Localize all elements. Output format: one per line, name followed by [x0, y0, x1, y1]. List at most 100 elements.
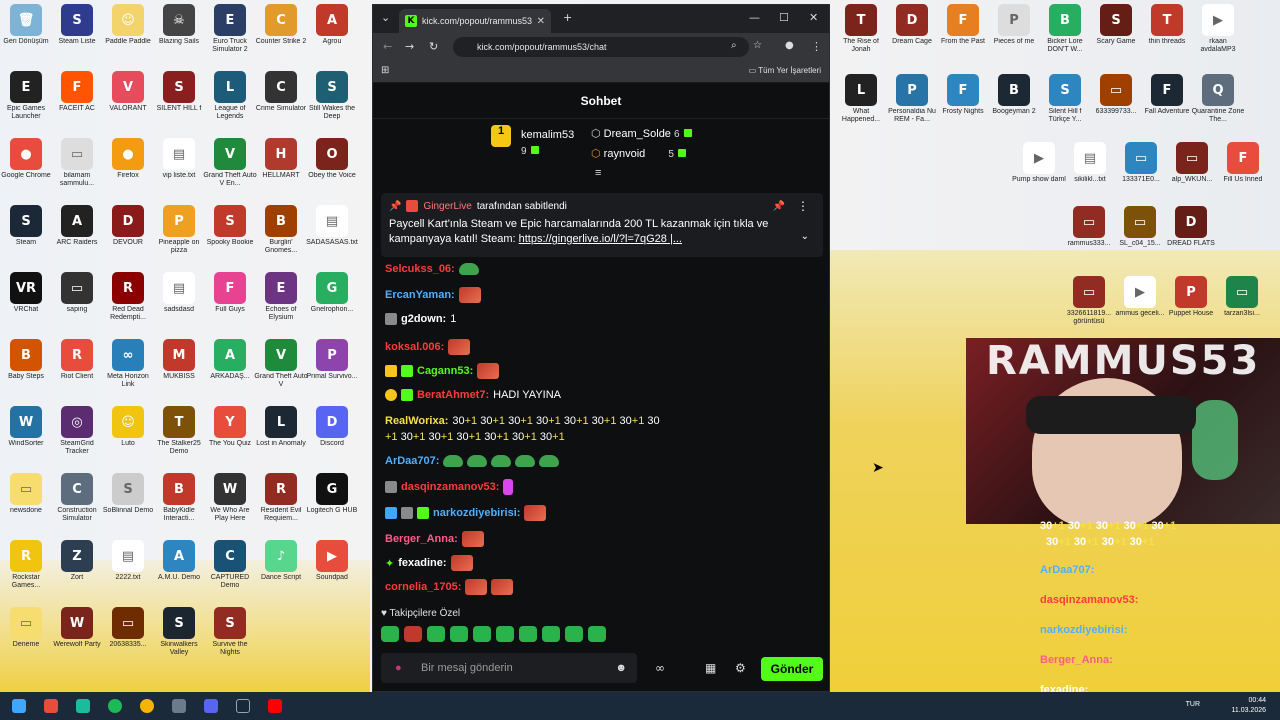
desktop-icon[interactable]: F FACEIT AC [52, 71, 102, 135]
forward-icon[interactable]: → [405, 40, 414, 53]
desktop-icon[interactable]: ▤ vip liste.txt [154, 138, 204, 202]
desktop-icon[interactable]: B BabyKidle Interacti... [154, 473, 204, 537]
browser-menu-icon[interactable]: ⋮ [811, 40, 822, 53]
chat-username[interactable]: cornelia_1705: [385, 581, 461, 593]
desktop-icon[interactable]: ▭ 20638335... [103, 607, 153, 671]
desktop-icon[interactable]: S SoBlinnal Demo [103, 473, 153, 537]
apps-grid-icon[interactable]: ⊞ [381, 65, 389, 76]
desktop-icon[interactable]: A ARC Raiders [52, 205, 102, 269]
emote-button[interactable] [404, 626, 422, 642]
desktop-icon[interactable]: A Agrou [307, 4, 357, 68]
spotify-icon[interactable] [108, 699, 122, 713]
steam-taskbar-icon[interactable] [236, 699, 250, 713]
desktop-icon[interactable]: ♪ Dance Script [256, 540, 306, 604]
leaderboard-entry-2[interactable]: ⬡ Dream_Solde 6 [591, 127, 692, 140]
desktop-icon[interactable]: ▭ bilamam sammulu... [52, 138, 102, 202]
pinned-menu-icon[interactable]: ⋮ [797, 199, 809, 213]
bookmark-star-icon[interactable]: ☆ [753, 40, 762, 51]
desktop-icon[interactable]: ▭ 3326611819... görüntüsü [1064, 276, 1114, 340]
desktop-icon[interactable]: F Frosty Nights [938, 74, 988, 138]
desktop-icon[interactable]: C Construction Simulator [52, 473, 102, 537]
new-tab-icon[interactable]: + [563, 11, 572, 24]
desktop-icon[interactable]: ▭ Deneme [1, 607, 51, 671]
desktop-icon[interactable]: B Baby Steps [1, 339, 51, 403]
mic-icon[interactable]: ● [395, 662, 402, 674]
desktop-icon[interactable]: ▤ 2222.txt [103, 540, 153, 604]
desktop-icon[interactable]: ▭ SL_c04_15... [1115, 206, 1165, 270]
chat-username[interactable]: fexadine: [398, 557, 446, 569]
zoom-icon[interactable]: ⌕ [731, 40, 737, 51]
chat-settings-icon[interactable]: ⚙ [735, 661, 746, 675]
desktop-icon[interactable]: ▤ sadsdasd [154, 272, 204, 336]
channel-points-icon[interactable]: ∞ [655, 661, 665, 675]
maximize-icon[interactable]: ☐ [779, 11, 789, 24]
desktop-icon[interactable]: G Logitech G HUB [307, 473, 357, 537]
desktop-icon[interactable]: R Rockstar Games... [1, 540, 51, 604]
desktop-icon[interactable]: ● Firefox [103, 138, 153, 202]
desktop-icon[interactable]: S Spooky Bookie [205, 205, 255, 269]
desktop-icon[interactable]: ☠ Blazing Sails [154, 4, 204, 68]
leaderboard-entry-3[interactable]: ⬡ raynvoid 5 [591, 147, 686, 160]
desktop-icon[interactable]: ▶ ammus geceli... [1115, 276, 1165, 340]
desktop-icon[interactable]: D DREAD FLATS [1166, 206, 1216, 270]
desktop-icon[interactable]: ◎ SteamGrid Tracker [52, 406, 102, 470]
desktop-icon[interactable]: R Red Dead Redempti... [103, 272, 153, 336]
desktop-icon[interactable]: G Gnelrophon... [307, 272, 357, 336]
desktop-icon[interactable]: F From the Past [938, 4, 988, 68]
desktop-icon[interactable]: B Boogeyman 2 [989, 74, 1039, 138]
send-button[interactable]: Gönder [761, 657, 823, 681]
window-close-icon[interactable]: ✕ [809, 11, 818, 24]
desktop-icon[interactable]: 🗑 Geri Dönüşüm [1, 4, 51, 68]
chat-username[interactable]: Berger_Anna: [385, 533, 458, 545]
desktop-icon[interactable]: A ARKADAŞ... [205, 339, 255, 403]
chat-username[interactable]: ErcanYaman: [385, 289, 455, 301]
desktop-icon[interactable]: S Steam [1, 205, 51, 269]
desktop-icon[interactable]: ● Google Chrome [1, 138, 51, 202]
desktop-icon[interactable]: L Lost in Anomaly [256, 406, 306, 470]
desktop-icon[interactable]: P Primal Survivo... [307, 339, 357, 403]
chat-username[interactable]: koksal.006: [385, 341, 444, 353]
desktop-icon[interactable]: V Grand Theft Auto V [254, 339, 308, 403]
emote-button[interactable] [473, 626, 491, 642]
desktop-icon[interactable]: ▤ SADASASAS.txt [306, 205, 358, 269]
emote-button[interactable] [496, 626, 514, 642]
desktop-icon[interactable]: F Fill Us Inned [1218, 142, 1268, 206]
desktop-icon[interactable]: W We Who Are Play Here [205, 473, 255, 537]
emote-button[interactable] [542, 626, 560, 642]
chat-username[interactable]: BeratAhmet7: [417, 389, 489, 401]
desktop-icon[interactable]: ▭ saping [52, 272, 102, 336]
taskbar-app-icon[interactable] [172, 699, 186, 713]
desktop-icon[interactable]: P Puppet House [1166, 276, 1216, 340]
desktop-icon[interactable]: V VALORANT [103, 71, 153, 135]
emote-button[interactable] [427, 626, 445, 642]
desktop-icon[interactable]: S Steam Liste [52, 4, 102, 68]
desktop-icon[interactable]: VR VRChat [1, 272, 51, 336]
desktop-icon[interactable]: ▤ sikilikl...txt [1065, 142, 1115, 206]
desktop-icon[interactable]: ▶ rkaan avdalaMP3 [1193, 4, 1243, 68]
desktop-icon[interactable]: ▭ 133371E0... [1116, 142, 1166, 206]
desktop-icon[interactable]: L What Happened... [836, 74, 886, 138]
emoji-picker-icon[interactable]: ☻ [615, 662, 627, 674]
taskbar-app-icon[interactable] [44, 699, 58, 713]
desktop-icon[interactable]: S SILENT HILL f [154, 71, 204, 135]
desktop-icon[interactable]: P Personaldia Nu REM - Fa... [887, 74, 937, 138]
desktop-icon[interactable]: ▭ alp_WKUN... [1167, 142, 1217, 206]
desktop-icon[interactable]: C Counter Strike 2 [256, 4, 306, 68]
youtube-taskbar-icon[interactable] [268, 699, 282, 713]
chat-username[interactable]: Cagann53: [417, 365, 473, 377]
desktop-icon[interactable]: T The Rise of Jonah [836, 4, 886, 68]
desktop-icon[interactable]: ☺ Luto [103, 406, 153, 470]
desktop-icon[interactable]: R Riot Client [52, 339, 102, 403]
all-bookmarks-link[interactable]: ▭ Tüm Yer İşaretleri [749, 66, 821, 75]
desktop-icon[interactable]: Q Quarantine Zone The... [1192, 74, 1244, 138]
minimize-icon[interactable]: — [749, 11, 760, 24]
desktop-icon[interactable]: ▭ tarzan3lsi... [1217, 276, 1267, 340]
desktop-icon[interactable]: Y The You Quiz [205, 406, 255, 470]
pin-toggle-icon[interactable]: 📌 [773, 201, 785, 212]
desktop-icon[interactable]: S Scary Game [1091, 4, 1141, 68]
start-icon[interactable] [12, 699, 26, 713]
chat-username[interactable]: ArDaa707: [385, 455, 439, 467]
desktop-icon[interactable]: D Dream Cage [887, 4, 937, 68]
chat-username[interactable]: Selcukss_06: [385, 263, 455, 275]
discord-taskbar-icon[interactable] [204, 699, 218, 713]
